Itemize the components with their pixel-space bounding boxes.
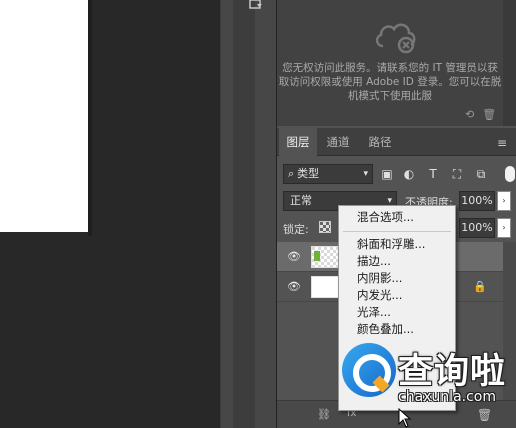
tab-channels[interactable]: 通道 [319,128,357,156]
document-canvas-area[interactable] [0,0,220,428]
lock-transparent-pixels-icon[interactable] [319,221,331,233]
fill-input[interactable]: 100% [459,218,495,238]
lock-label: 锁定: [283,223,309,236]
chevron-down-icon: ▾ [363,169,368,179]
menu-item-blending-options[interactable]: 混合选项... [339,209,455,226]
search-icon: ⌕ [288,167,295,180]
watermark: 查询啦 chaxunla.com [338,335,506,415]
dock-column [233,0,255,428]
cloud-offline-icon [375,23,416,54]
lock-icon: 🔒 [473,280,487,293]
image-filter-icon[interactable]: ▣ [379,166,395,182]
menu-item-bevel-emboss[interactable]: 斜面和浮雕... [339,236,455,253]
fill-dropdown-button[interactable]: › [497,218,511,238]
mouse-cursor-icon [398,408,412,428]
layer-filter-row: ⌕ 类型 ▾ ▣ ◐ T ⛶ ⧉ [277,162,516,186]
canvas-shadow [88,0,92,236]
menu-item-stroke[interactable]: 描边... [339,253,455,270]
eye-icon[interactable]: 👁 [287,280,301,293]
menu-item-inner-shadow[interactable]: 内阴影... [339,270,455,287]
shape-filter-icon[interactable]: ⛶ [449,166,465,182]
smart-object-filter-icon[interactable]: ⧉ [473,166,489,182]
panel-toggle-icon[interactable] [249,0,263,10]
filter-toggle[interactable] [505,166,515,182]
document-canvas[interactable] [0,0,88,232]
tab-paths[interactable]: 路径 [361,128,399,156]
blend-mode-value: 正常 [290,194,312,207]
watermark-title: 查询啦 [398,352,507,392]
type-filter-icon[interactable]: T [425,166,441,182]
watermark-logo-icon [342,343,396,397]
adjustment-filter-icon[interactable]: ◐ [401,166,417,182]
menu-item-satin[interactable]: 光泽... [339,304,455,321]
link-layers-icon[interactable]: ⛓ [317,408,331,421]
sync-icon[interactable]: ⟲ [465,108,474,121]
cc-scrollbar[interactable] [503,0,516,126]
layer-filter-select[interactable]: ⌕ 类型 ▾ [283,164,373,184]
panel-dock-strip [220,0,276,428]
trash-icon[interactable]: 🗑 [482,108,496,121]
opacity-dropdown-button[interactable]: › [497,191,511,211]
cc-offline-message: 您无权访问此服务。请联系您的 IT 管理员以获取访问权限或使用 Adobe ID… [278,62,502,102]
opacity-input[interactable]: 100% [459,191,495,211]
panel-tabbar: 图层 通道 路径 ≡ [277,128,516,156]
menu-item-inner-glow[interactable]: 内发光... [339,287,455,304]
creative-cloud-panel: 您无权访问此服务。请联系您的 IT 管理员以获取访问权限或使用 Adobe ID… [277,0,516,126]
tab-layers[interactable]: 图层 [279,128,317,156]
watermark-domain: chaxunla.com [398,389,496,405]
cc-footer: ⟲ 🗑 [457,108,496,121]
filter-value: 类型 [297,167,320,180]
menu-separator [343,231,451,232]
panel-menu-icon[interactable]: ≡ [497,136,507,150]
eye-icon[interactable]: 👁 [287,250,301,263]
